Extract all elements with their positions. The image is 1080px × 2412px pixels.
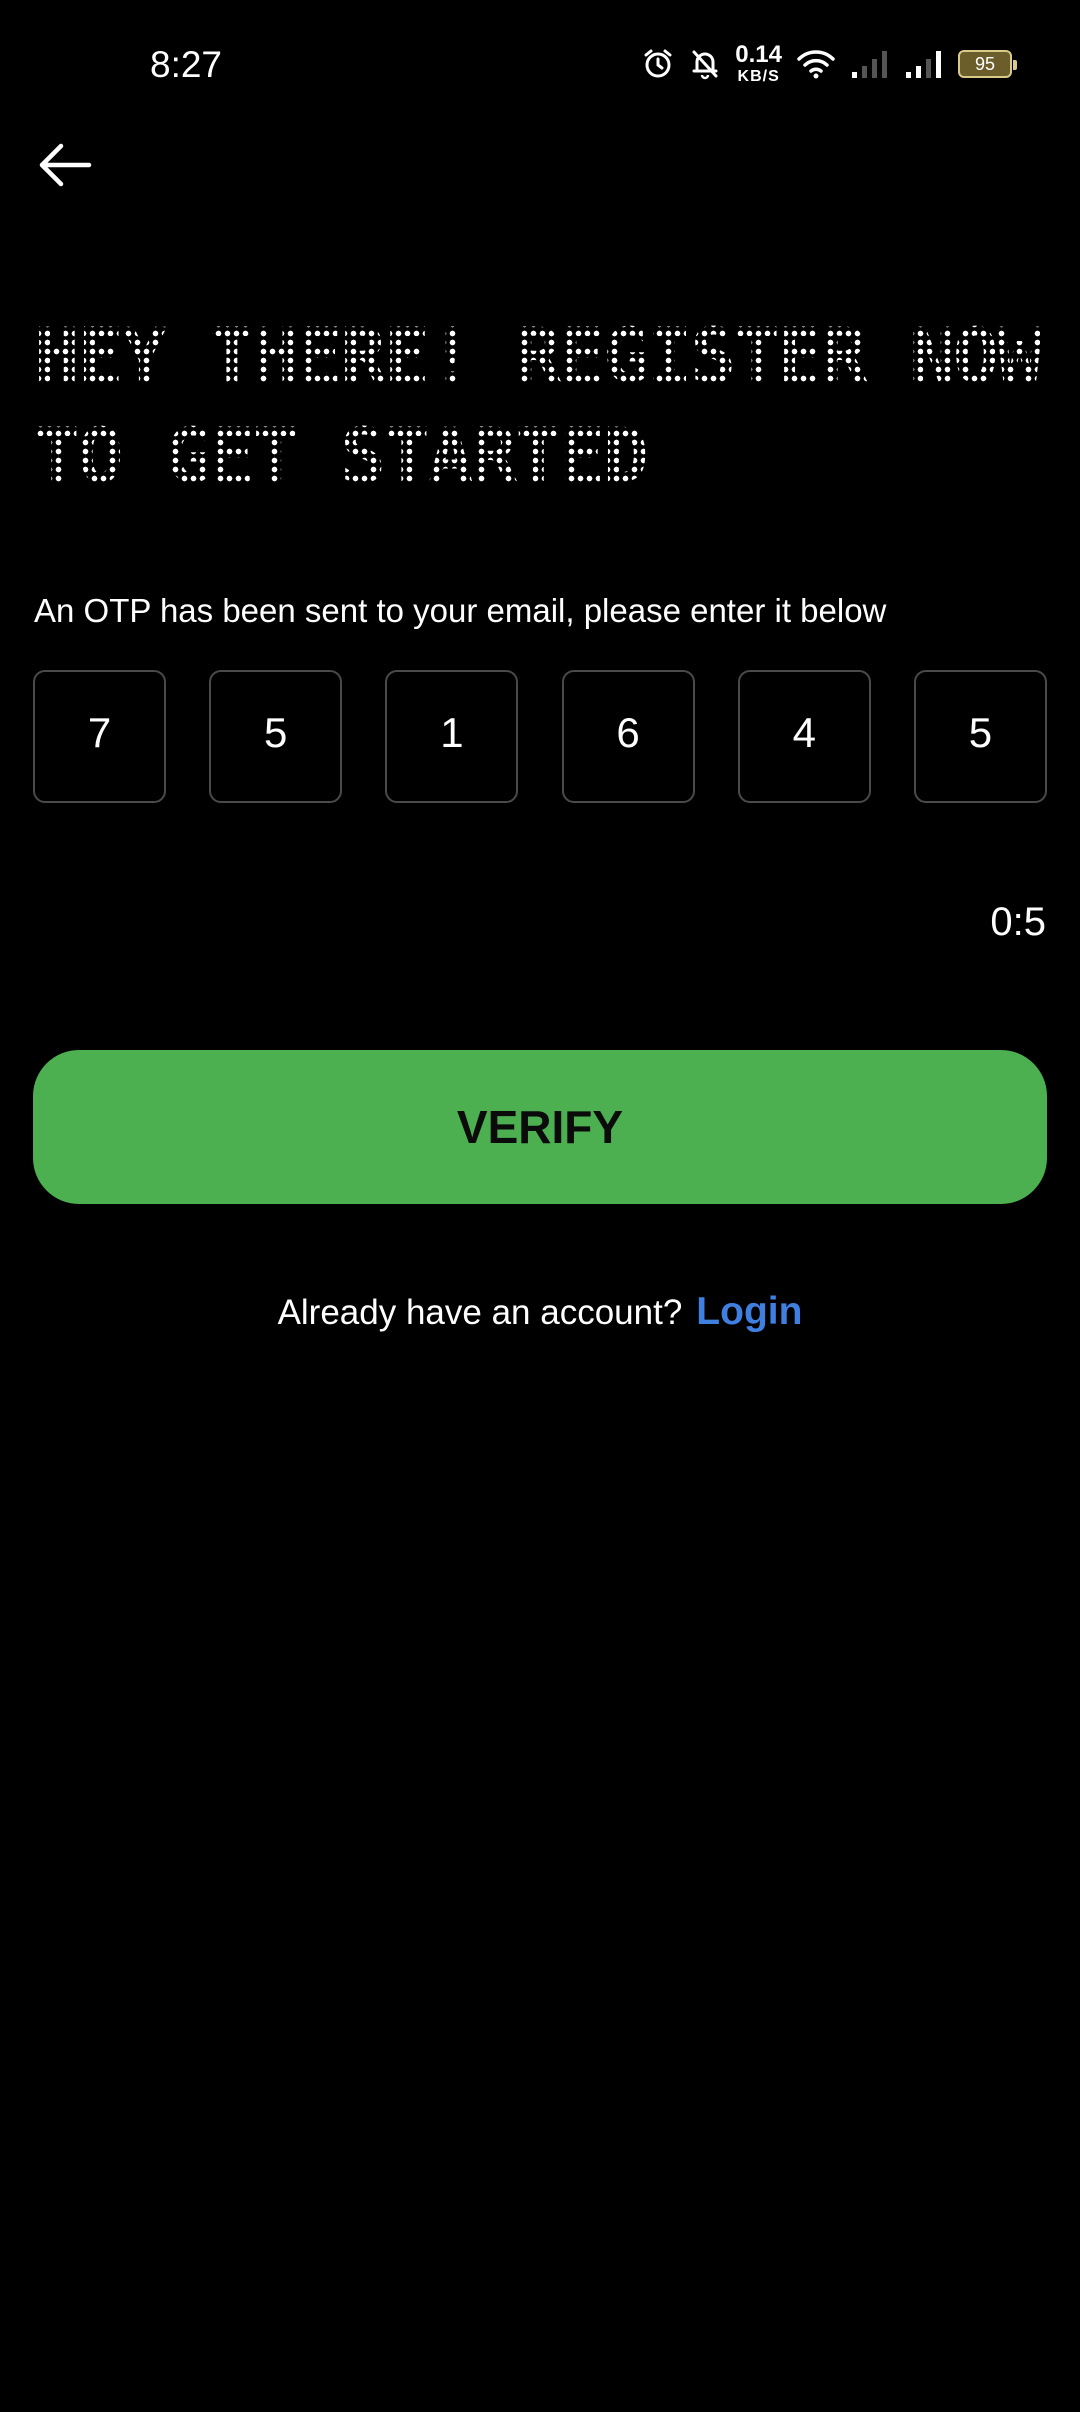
otp-digit-field[interactable]: 7 bbox=[33, 670, 166, 803]
login-prompt-text: Already have an account? bbox=[277, 1293, 683, 1332]
back-button[interactable] bbox=[30, 130, 100, 200]
otp-instruction: An OTP has been sent to your email, plea… bbox=[34, 592, 887, 629]
bell-off-icon bbox=[689, 47, 721, 81]
otp-digit-field[interactable]: 5 bbox=[913, 670, 1047, 803]
battery-level: 95 bbox=[974, 53, 996, 74]
resend-timer: 0:5 bbox=[990, 900, 1046, 944]
login-link[interactable]: Login bbox=[696, 1290, 802, 1334]
login-prompt-row: Already have an account? Login bbox=[0, 1290, 1080, 1334]
otp-digit-field[interactable]: 1 bbox=[385, 670, 519, 803]
page-title-text: HEY THERE! REGISTER NOW TO GET STARTED bbox=[34, 311, 1042, 500]
page-title: HEY THERE! REGISTER NOW TO GET STARTED bbox=[34, 306, 1054, 506]
status-time: 8:27 bbox=[150, 44, 223, 85]
net-speed-value: 0.14 bbox=[735, 41, 782, 68]
arrow-left-icon bbox=[39, 143, 92, 187]
net-speed: 0.14 KB/S bbox=[735, 43, 782, 85]
otp-digit-field[interactable]: 5 bbox=[209, 670, 343, 803]
battery-icon: 95 bbox=[958, 50, 1017, 78]
wifi-icon bbox=[796, 48, 836, 80]
otp-digit-field[interactable]: 4 bbox=[737, 670, 871, 803]
otp-digit-field[interactable]: 6 bbox=[561, 670, 695, 803]
signal-icon bbox=[850, 48, 890, 80]
verify-button[interactable]: VERIFY bbox=[33, 1050, 1047, 1204]
alarm-icon bbox=[641, 47, 675, 81]
signal-icon bbox=[904, 48, 944, 80]
status-bar: 8:27 0.14 KB/S 95 bbox=[0, 0, 1080, 130]
otp-input-group: 7 5 1 6 4 5 bbox=[33, 670, 1047, 805]
status-icons: 0.14 KB/S 95 bbox=[641, 43, 1017, 85]
net-speed-unit: KB/S bbox=[737, 68, 780, 85]
